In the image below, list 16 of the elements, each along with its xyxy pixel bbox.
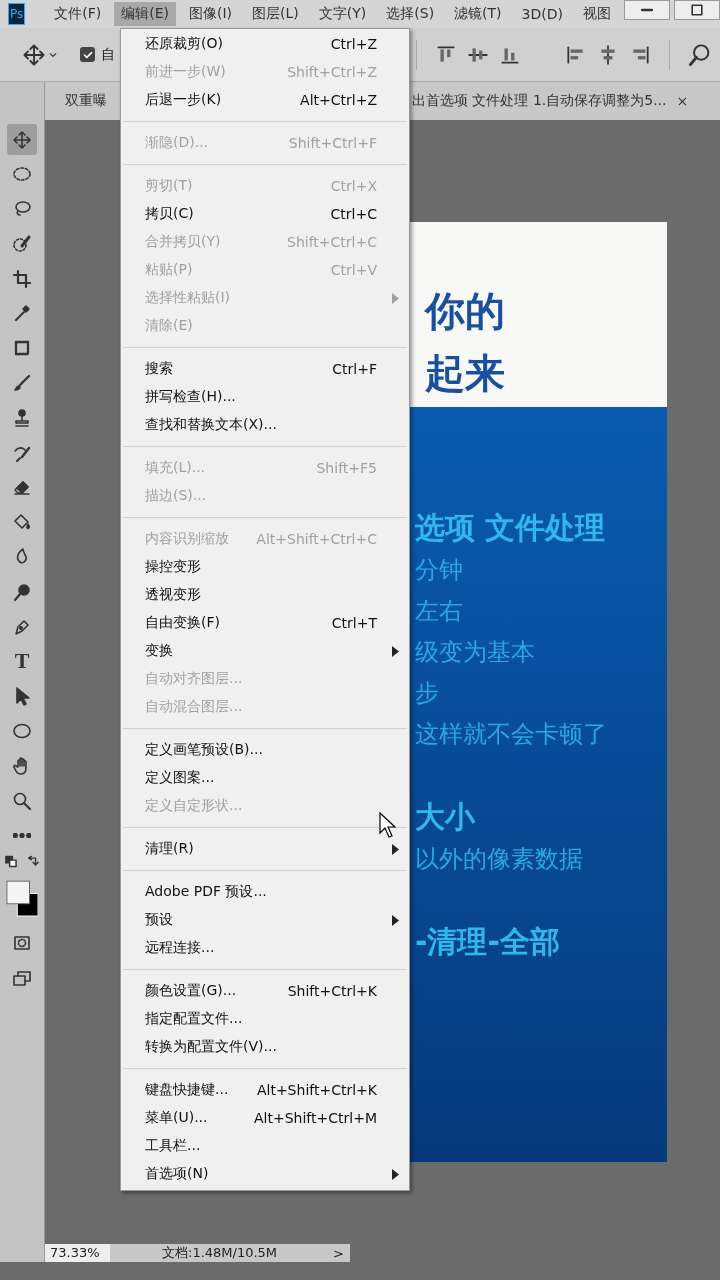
poster-heading: -清理-全部 [414,923,560,961]
poster-text: 级变为基本 [414,637,535,668]
poster-text: 左右 [414,596,463,627]
type-icon: T [14,650,30,673]
poster-text: 分钟 [414,555,463,586]
poster-text: 以外的像素数据 [414,844,583,875]
document-size: 文档:1.48M/10.5M [162,1244,278,1262]
checkbox-label: 自 [101,45,115,64]
poster-text: 步 [414,678,439,709]
poster-title: 你的 [423,287,506,336]
tab-title: 出首选项 文件处理 1.自动保存调整为5... [412,92,667,110]
tab-title: 双重曝 [65,92,108,110]
poster-heading: 选项 文件处理 [414,509,606,547]
poster-title: 起来 [424,349,506,398]
poster-heading: 大小 [414,798,475,836]
poster-text: 这样就不会卡顿了 [414,719,607,750]
